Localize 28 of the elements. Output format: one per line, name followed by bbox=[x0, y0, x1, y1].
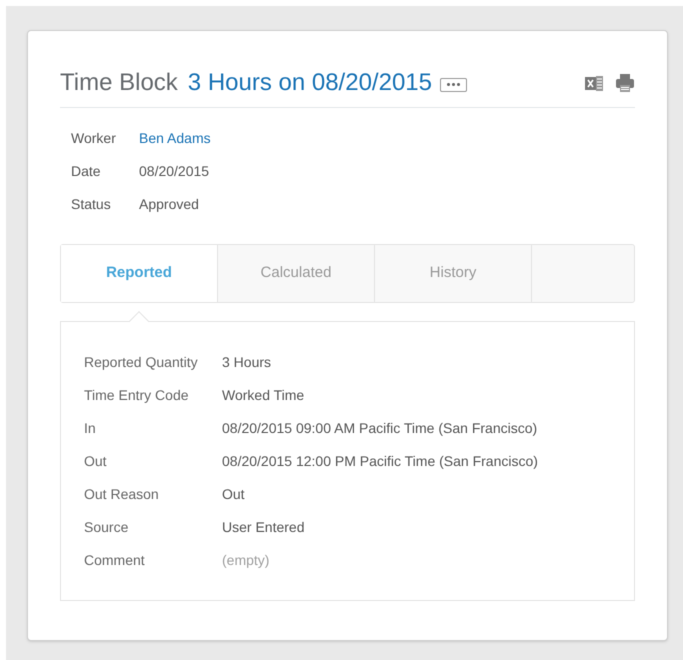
field-value: User Entered bbox=[222, 519, 304, 535]
field-label: Source bbox=[84, 519, 130, 535]
field-value: 08/20/2015 12:00 PM Pacific Time (San Francisco) bbox=[222, 453, 538, 469]
dialog-title: Time Block bbox=[60, 68, 178, 98]
field-value: Worked Time bbox=[222, 387, 304, 403]
worker-link[interactable]: Ben Adams bbox=[139, 130, 211, 146]
field-label: Reported Quantity bbox=[84, 354, 199, 370]
field-value: 3 Hours bbox=[222, 354, 272, 370]
field-value: (empty) bbox=[222, 552, 270, 568]
field-value: 08/20/2015 bbox=[139, 163, 210, 179]
field-label: Comment bbox=[84, 552, 146, 568]
field-label: In bbox=[84, 420, 97, 436]
print-icon[interactable] bbox=[615, 73, 635, 93]
spreadsheet-icon[interactable] bbox=[585, 74, 603, 92]
tab[interactable]: Reported bbox=[61, 245, 218, 302]
tab[interactable]: Calculated bbox=[218, 245, 375, 302]
field-value: Out bbox=[222, 486, 245, 502]
field-label: Date bbox=[71, 163, 102, 179]
field-label: Worker bbox=[71, 130, 117, 146]
field-label: Out bbox=[84, 453, 108, 469]
field-value: Approved bbox=[139, 196, 199, 212]
field-label: Time Entry Code bbox=[84, 387, 190, 403]
field-label: Out Reason bbox=[84, 486, 160, 502]
field-label: Status bbox=[71, 196, 112, 212]
tab[interactable]: History bbox=[375, 245, 532, 302]
dialog-subtitle: 3 Hours on 08/20/2015 bbox=[188, 68, 432, 98]
field-value: 08/20/2015 09:00 AM Pacific Time (San Francisco) bbox=[222, 420, 538, 436]
more-button[interactable] bbox=[440, 78, 467, 92]
